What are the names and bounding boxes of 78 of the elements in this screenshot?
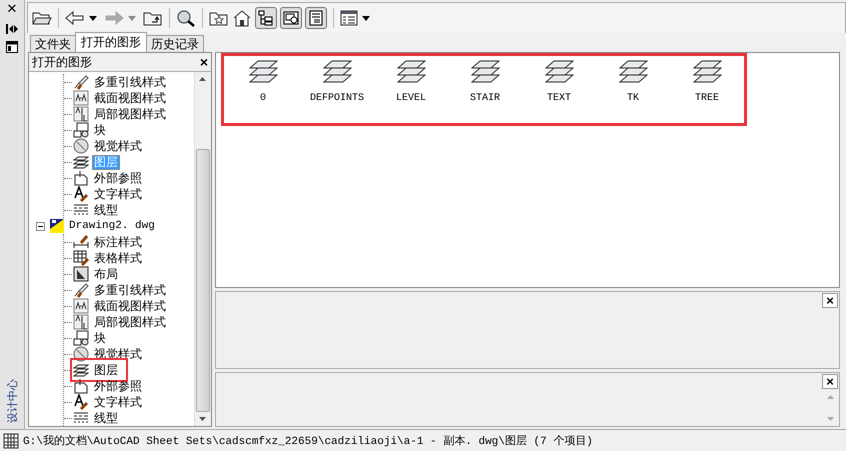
tab[interactable]: 打开的图形 bbox=[75, 32, 147, 52]
tree-item[interactable]: 表格样式 bbox=[92, 250, 144, 266]
close-button[interactable]: × bbox=[822, 293, 838, 308]
tree-view-toggle[interactable] bbox=[255, 7, 277, 29]
layer-name[interactable]: STAIR bbox=[470, 93, 500, 104]
status-path: G:\我的文档\AutoCAD Sheet Sets\cadscmfxz_22659\cadziliaoji\a-1 - 副本. dwg\图层 (7 个项目) bbox=[23, 434, 593, 448]
collapse-toggle[interactable] bbox=[36, 222, 45, 230]
layers-icon[interactable] bbox=[618, 59, 648, 85]
tree-item[interactable]: 截面视图样式 bbox=[92, 90, 168, 106]
auto-hide-icon[interactable] bbox=[5, 23, 19, 35]
close-button[interactable]: ✕ bbox=[6, 3, 18, 17]
leader-icon bbox=[73, 282, 89, 298]
tree-item[interactable]: 视觉样式 bbox=[92, 138, 144, 154]
properties-icon[interactable] bbox=[6, 41, 18, 53]
tree-item[interactable]: 布局 bbox=[92, 266, 120, 282]
tree-item[interactable]: 多重引线样式 bbox=[92, 74, 168, 90]
text-style-icon bbox=[73, 394, 89, 410]
tree-item[interactable]: 局部视图样式 bbox=[92, 314, 168, 330]
tree-item[interactable]: 块 bbox=[92, 122, 108, 138]
layers-icon[interactable] bbox=[396, 59, 426, 85]
preview-toggle[interactable] bbox=[280, 7, 302, 29]
layer-name[interactable]: TEXT bbox=[546, 93, 571, 104]
caret-icon[interactable] bbox=[362, 16, 370, 20]
views-icon[interactable] bbox=[340, 10, 358, 26]
layer-name[interactable]: DEFPOINTS bbox=[310, 93, 364, 104]
tab[interactable]: 历史记录 bbox=[146, 35, 204, 52]
tree-item[interactable]: 截面视图样式 bbox=[92, 298, 168, 314]
tree-item[interactable]: 多重引线样式 bbox=[92, 282, 168, 298]
drawing-file-icon bbox=[49, 218, 65, 234]
dimension-icon bbox=[73, 234, 89, 250]
folder-icon[interactable] bbox=[32, 10, 52, 26]
layout-icon bbox=[73, 266, 89, 282]
tree-item[interactable]: 局部视图样式 bbox=[92, 106, 168, 122]
text-style-icon bbox=[73, 186, 89, 202]
layers-icon[interactable] bbox=[692, 59, 722, 85]
back-arrow-icon[interactable] bbox=[65, 10, 85, 26]
home-icon[interactable] bbox=[232, 9, 252, 27]
description-toggle[interactable] bbox=[305, 7, 327, 29]
search-icon[interactable] bbox=[176, 9, 196, 27]
caret-icon[interactable] bbox=[89, 16, 97, 20]
tree-item[interactable]: 线型 bbox=[92, 202, 120, 218]
panel-title: 打开的图形 bbox=[32, 54, 92, 70]
layers-icon[interactable] bbox=[470, 59, 500, 85]
close-button[interactable]: × bbox=[200, 55, 208, 69]
detail-view-icon bbox=[73, 314, 89, 330]
layer-name[interactable]: TREE bbox=[694, 93, 719, 104]
scrollbar[interactable] bbox=[194, 72, 211, 426]
palette-title: 设计中心 bbox=[4, 379, 20, 423]
layer-name[interactable]: TK bbox=[626, 93, 639, 104]
layer-name[interactable]: 0 bbox=[260, 93, 266, 104]
block-icon bbox=[73, 330, 89, 346]
layers-icon[interactable] bbox=[248, 59, 278, 85]
close-button[interactable]: × bbox=[822, 374, 838, 389]
layers-icon[interactable] bbox=[544, 59, 574, 85]
tab[interactable]: 文件夹 bbox=[30, 35, 76, 52]
layers-icon[interactable] bbox=[322, 59, 352, 85]
tree-item[interactable]: 文字样式 bbox=[92, 394, 144, 410]
detail-view-icon bbox=[73, 106, 89, 122]
layers-icon bbox=[73, 362, 89, 378]
document-icon bbox=[73, 378, 89, 394]
folder-up-icon[interactable] bbox=[143, 10, 163, 26]
tree-item[interactable]: 外部参照 bbox=[92, 378, 144, 394]
layer-name[interactable]: LEVEL bbox=[396, 93, 426, 104]
tree-item[interactable]: 线型 bbox=[92, 410, 120, 426]
layers-icon bbox=[73, 154, 89, 170]
tree-item[interactable]: 标注样式 bbox=[92, 234, 144, 250]
section-view-icon bbox=[73, 90, 89, 106]
tree-item[interactable]: Drawing2. dwg bbox=[69, 220, 155, 232]
grid-icon[interactable] bbox=[3, 432, 19, 448]
tree-item[interactable]: 外部参照 bbox=[92, 170, 144, 186]
tree-item[interactable]: 图层 bbox=[92, 362, 120, 378]
block-icon bbox=[73, 122, 89, 138]
star-folder-icon[interactable] bbox=[209, 10, 229, 26]
leader-icon bbox=[73, 74, 89, 90]
section-view-icon bbox=[73, 298, 89, 314]
tree-item[interactable]: 文字样式 bbox=[92, 186, 144, 202]
tree-item[interactable]: 块 bbox=[92, 330, 108, 346]
document-icon bbox=[73, 170, 89, 186]
